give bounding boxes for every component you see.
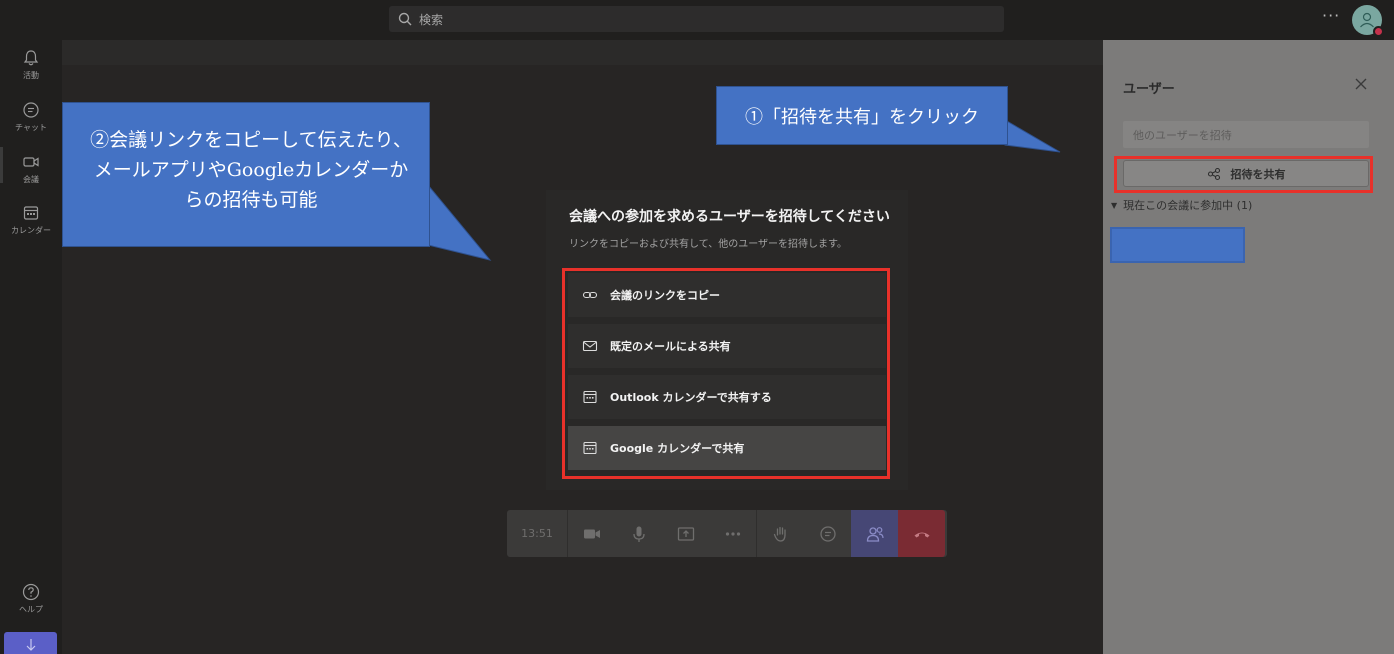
rail-item-chat[interactable]: チャット [0, 100, 62, 133]
collapse-icon: ▼ [1111, 200, 1118, 210]
step1-callout: ①「招待を共有」をクリック [716, 86, 1008, 145]
download-icon [26, 639, 35, 651]
share-highlight-box [1114, 156, 1373, 193]
hand-icon [773, 526, 786, 542]
in-meeting-label: 現在この会議に参加中 (1) [1123, 199, 1253, 212]
search-icon [398, 12, 412, 26]
help-icon [22, 583, 40, 601]
panel-title: ユーザー [1123, 82, 1175, 97]
mic-button[interactable] [615, 510, 662, 557]
search-placeholder: 検索 [419, 12, 444, 27]
call-controls: 13:51 [507, 510, 947, 557]
step2-callout: ②会議リンクをコピーして伝えたり、メールアプリやGoogleカレンダーからの招待… [62, 102, 430, 247]
rail-item-activity[interactable]: 活動 [0, 48, 62, 81]
avatar[interactable] [1352, 5, 1384, 37]
rail-label: 活動 [23, 71, 39, 80]
rail-item-calendar[interactable]: カレンダー [0, 203, 62, 236]
chat-icon [819, 525, 836, 542]
people-panel: ユーザー 他のユーザーを招待 招待を共有 ▼ 現在この会議に参加中 (1) [1103, 40, 1394, 654]
people-icon [866, 526, 884, 542]
rail-label: 会議 [23, 175, 39, 184]
download-button[interactable] [4, 632, 57, 654]
dialog-subtitle: リンクをコピーおよび共有して、他のユーザーを招待します。 [569, 239, 847, 250]
rail-item-meetings[interactable]: 会議 [0, 152, 62, 185]
raise-hand-button[interactable] [757, 510, 804, 557]
search-box[interactable]: 検索 [389, 6, 1004, 32]
call-timer: 13:51 [521, 527, 553, 540]
share-screen-button[interactable] [662, 510, 709, 557]
chat-icon [23, 102, 39, 118]
close-icon[interactable] [1353, 76, 1369, 92]
more-actions-button[interactable] [709, 510, 756, 557]
options-highlight-box [562, 268, 890, 479]
camera-button[interactable] [568, 510, 615, 557]
top-bar: 検索 ··· [0, 0, 1394, 40]
mic-icon [632, 526, 645, 542]
rail-item-help[interactable]: ヘルプ [0, 582, 62, 615]
share-screen-icon [677, 526, 694, 541]
participants-button[interactable] [851, 510, 898, 557]
stage-header [62, 40, 1103, 65]
bell-icon [23, 50, 39, 66]
person-icon [1360, 12, 1374, 28]
leave-call-button[interactable] [898, 510, 945, 557]
rail-label: チャット [15, 123, 47, 132]
calendar-icon [23, 206, 39, 220]
more-options-icon[interactable]: ··· [1322, 6, 1340, 25]
rail-label: カレンダー [11, 226, 51, 235]
ellipsis-icon [725, 531, 740, 536]
hang-up-icon [914, 532, 929, 537]
invite-input[interactable]: 他のユーザーを招待 [1123, 121, 1369, 148]
video-icon [23, 157, 39, 167]
chat-button[interactable] [804, 510, 851, 557]
rail-label: ヘルプ [19, 605, 43, 614]
dialog-title: 会議への参加を求めるユーザーを招待してください [569, 209, 889, 225]
participant-redaction [1110, 227, 1245, 263]
in-meeting-section[interactable]: ▼ 現在この会議に参加中 (1) [1111, 197, 1252, 213]
camera-icon [583, 529, 600, 538]
status-badge [1373, 26, 1384, 37]
left-rail: 活動 チャット 会議 カレンダー ヘルプ [0, 40, 62, 654]
